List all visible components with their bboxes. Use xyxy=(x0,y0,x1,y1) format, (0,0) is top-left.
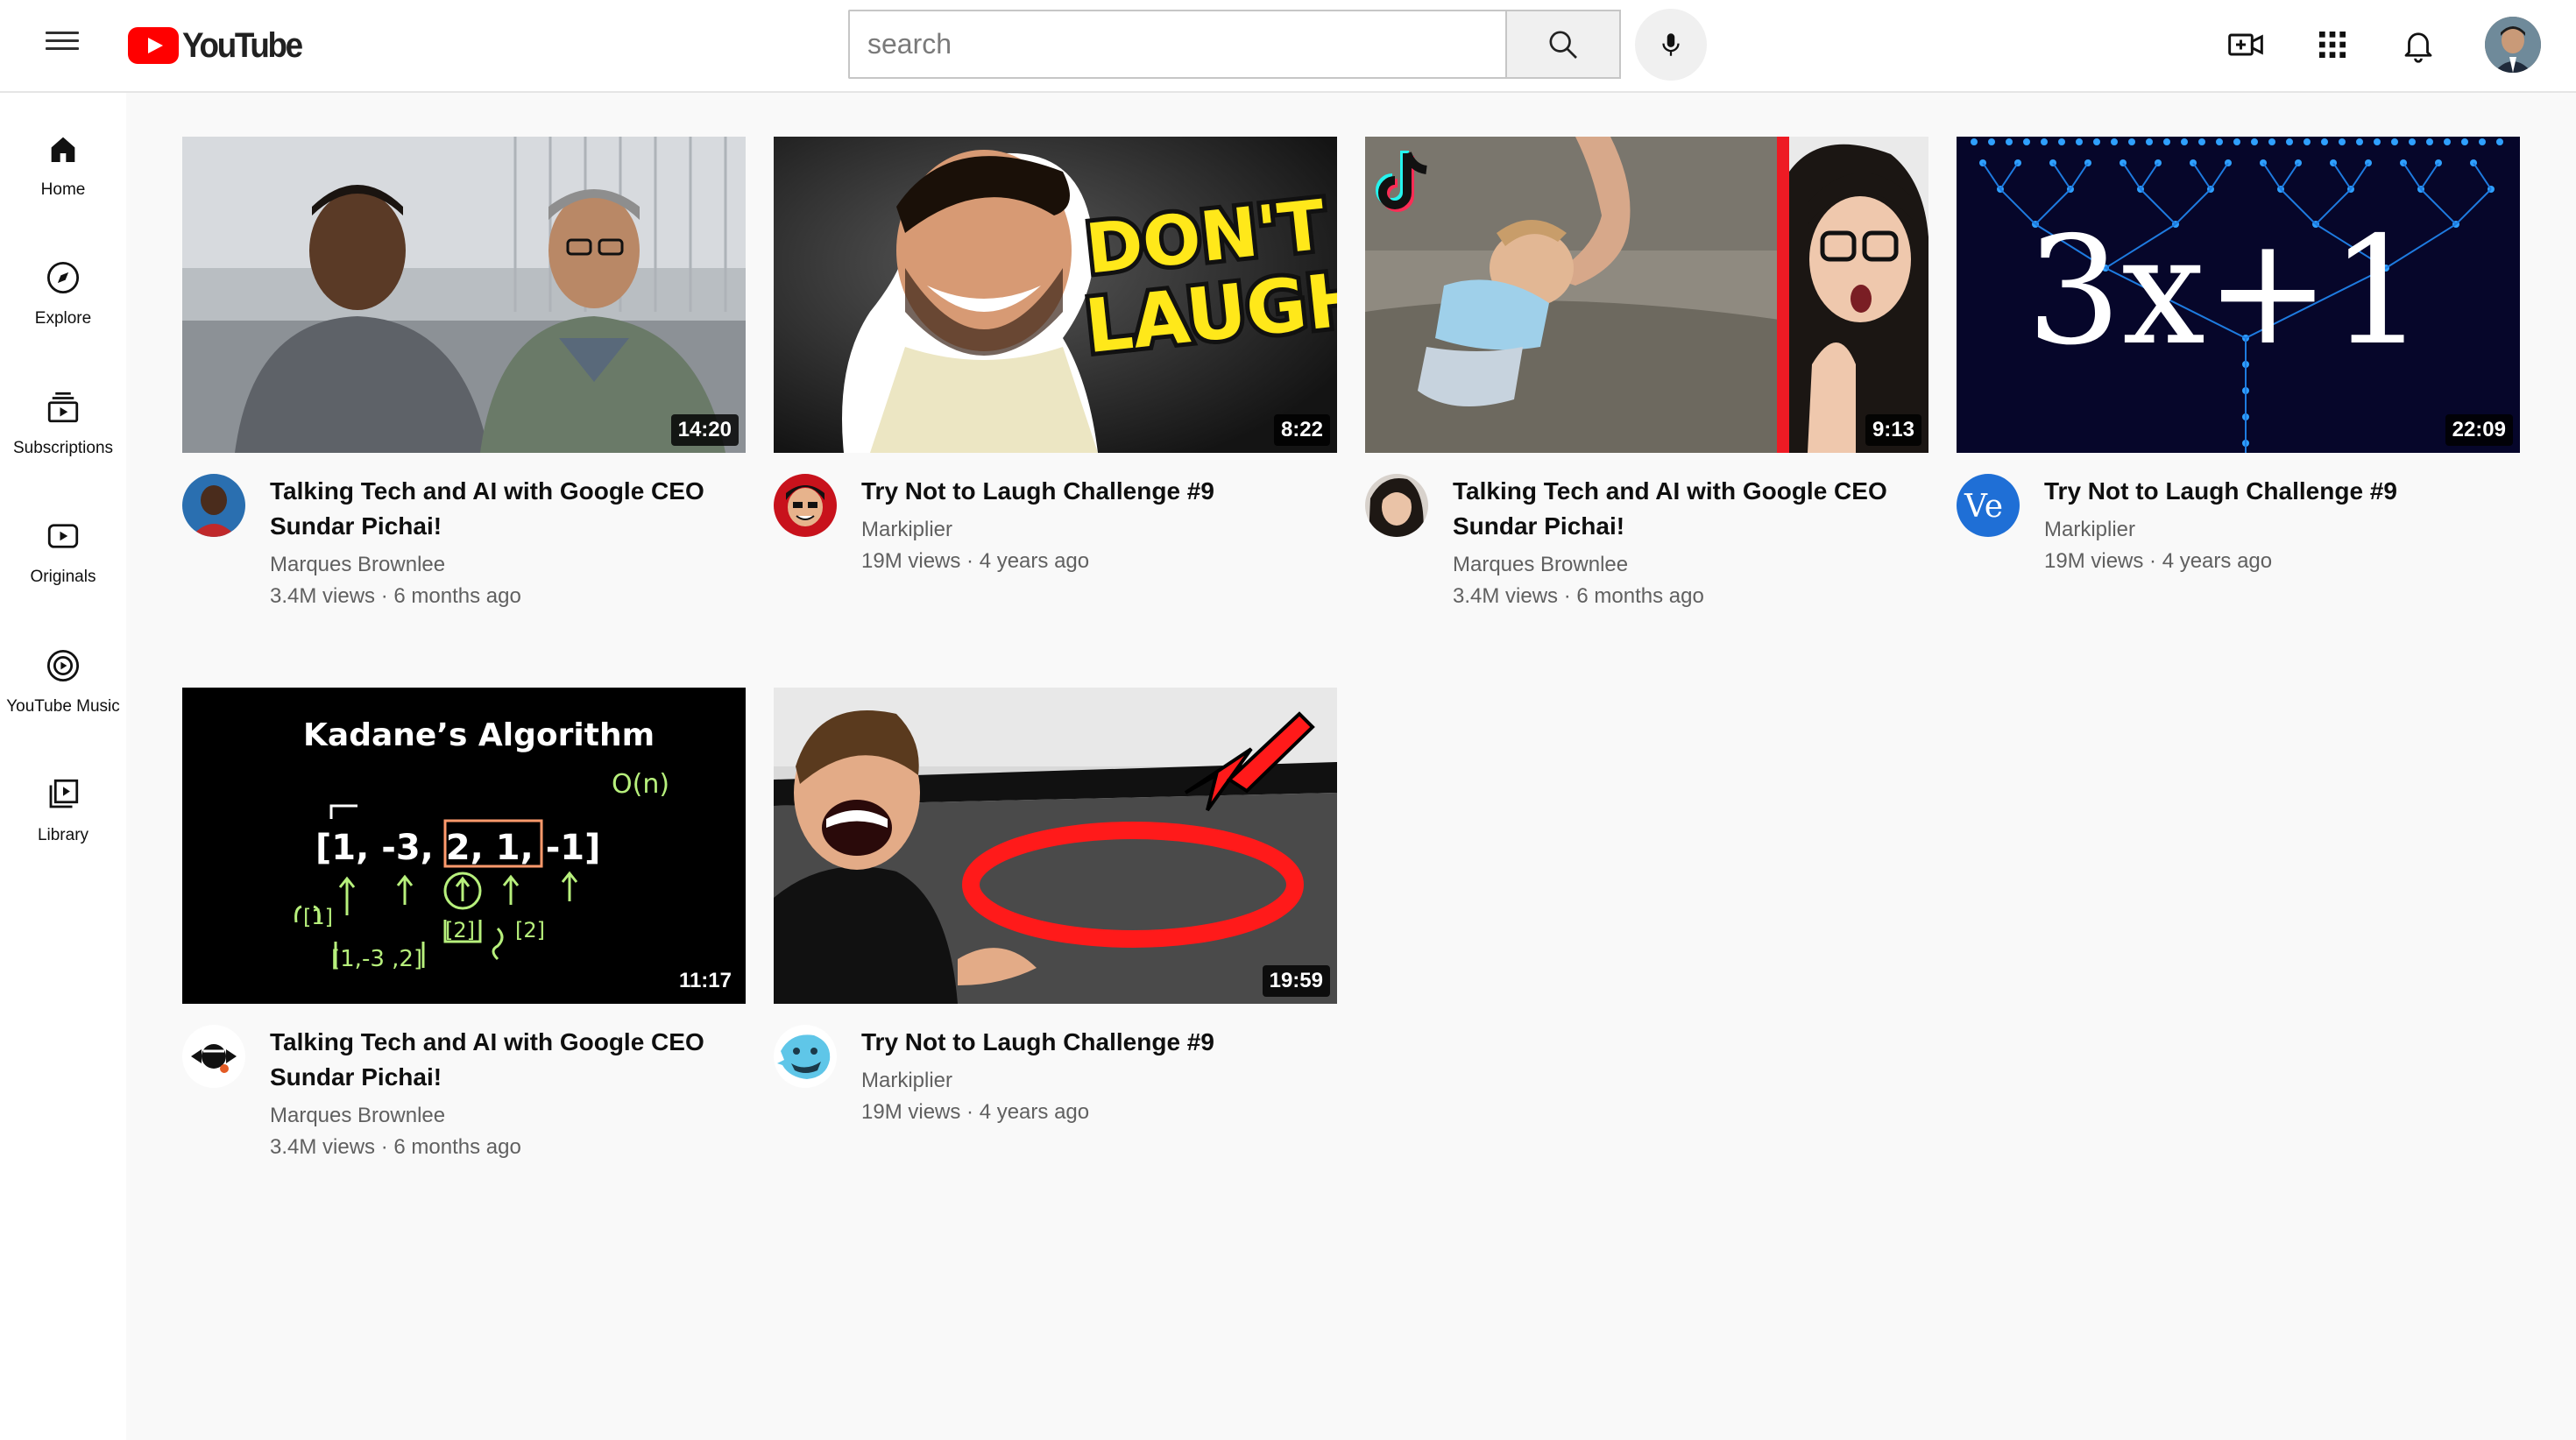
video-title[interactable]: Talking Tech and AI with Google CEO Sund… xyxy=(270,474,725,544)
sidebar-item-library[interactable]: Library xyxy=(0,738,126,852)
svg-text:[2]: [2] xyxy=(515,918,545,942)
video-add-icon xyxy=(2228,33,2263,56)
sidebar-item-subscriptions[interactable]: Subscriptions xyxy=(0,351,126,465)
search-icon xyxy=(1549,31,1577,59)
sidebar-item-label: Originals xyxy=(30,568,96,586)
video-stats: 3.4M views · 6 months ago xyxy=(1453,584,1704,608)
logo-text: YouTube xyxy=(182,25,303,65)
sidebar-item-youtube-music[interactable]: YouTube Music xyxy=(0,610,126,724)
video-thumbnail[interactable]: 9:13 xyxy=(1365,137,1928,453)
sidebar-item-home[interactable]: Home xyxy=(0,93,126,207)
channel-name[interactable]: Marques Brownlee xyxy=(1453,553,1628,577)
video-thumbnail[interactable]: DON'T DON'T LAUGH LAUGH 8:22 xyxy=(774,137,1337,453)
channel-avatar[interactable] xyxy=(774,474,837,537)
svg-text:[1]: [1] xyxy=(303,905,333,929)
video-stats: 19M views · 4 years ago xyxy=(861,1100,1090,1124)
video-title[interactable]: Try Not to Laugh Challenge #9 xyxy=(2044,474,2500,509)
video-thumbnail[interactable]: 19:59 xyxy=(774,688,1337,1004)
youtube-logo[interactable]: YouTube xyxy=(128,26,312,65)
video-duration: 22:09 xyxy=(2445,414,2513,446)
channel-name[interactable]: Marques Brownlee xyxy=(270,553,445,577)
hamburger-menu-icon[interactable] xyxy=(46,26,81,61)
video-duration: 14:20 xyxy=(670,414,739,446)
thumb-text: 3x+1 xyxy=(2027,205,2425,378)
channel-name[interactable]: Markiplier xyxy=(2044,518,2135,542)
avatar-text: Ve xyxy=(1964,489,2003,525)
notifications-button[interactable] xyxy=(2396,23,2440,67)
bell-icon xyxy=(2404,32,2432,63)
sidebar-item-label: Explore xyxy=(34,309,92,328)
user-avatar[interactable] xyxy=(2485,17,2541,73)
sidebar-item-label: Library xyxy=(37,826,89,844)
thumb-text: [1, -3, 2, 1, -1] xyxy=(315,828,600,868)
apps-button[interactable] xyxy=(2311,23,2354,67)
video-stats: 19M views · 4 years ago xyxy=(861,549,1090,573)
channel-name[interactable]: Marques Brownlee xyxy=(270,1104,445,1128)
video-title[interactable]: Try Not to Laugh Challenge #9 xyxy=(861,474,1317,509)
channel-avatar[interactable] xyxy=(182,1025,245,1088)
video-card: 14:20 Talking Tech and AI with Google CE… xyxy=(182,137,746,611)
sidebar-item-explore[interactable]: Explore xyxy=(0,222,126,335)
video-card: 19:59 Try Not to Laugh Challenge #9 Mark… xyxy=(774,688,1337,1161)
video-duration: 8:22 xyxy=(1273,414,1330,446)
video-duration: 9:13 xyxy=(1865,414,1921,446)
video-card: DON'T DON'T LAUGH LAUGH 8:22 Try Not to … xyxy=(774,137,1337,611)
video-title[interactable]: Talking Tech and AI with Google CEO Sund… xyxy=(270,1025,725,1095)
video-stats: 19M views · 4 years ago xyxy=(2044,549,2273,573)
channel-avatar[interactable]: Ve xyxy=(1957,474,2020,537)
video-title[interactable]: Talking Tech and AI with Google CEO Sund… xyxy=(1453,474,1908,544)
search-button[interactable] xyxy=(1505,10,1621,79)
apps-grid-icon xyxy=(2319,32,2346,58)
sidebar-item-label: Home xyxy=(40,180,86,199)
video-thumbnail[interactable]: Kadane’s Algorithm O(n) [1, -3, 2, 1, -1… xyxy=(182,688,746,1004)
home-icon xyxy=(42,128,84,170)
channel-name[interactable]: Markiplier xyxy=(861,1069,952,1093)
video-card: Kadane’s Algorithm O(n) [1, -3, 2, 1, -1… xyxy=(182,688,746,1161)
video-card: 9:13 Talking Tech and AI with Google CEO… xyxy=(1365,137,1928,611)
microphone-icon xyxy=(1662,33,1680,56)
sidebar-item-label: YouTube Music xyxy=(6,697,120,716)
sidebar-item-label: Subscriptions xyxy=(12,439,114,457)
sidebar: Home Explore Subscriptions Originals You… xyxy=(0,93,126,1440)
svg-text:[2]: [2] xyxy=(445,918,475,942)
video-card: 3x+1 22:09 Ve Try Not to Laugh Challenge… xyxy=(1957,137,2520,611)
compass-icon xyxy=(42,257,84,299)
video-duration: 11:17 xyxy=(671,965,739,997)
search-input[interactable] xyxy=(850,11,1507,77)
create-video-button[interactable] xyxy=(2224,23,2268,67)
channel-avatar[interactable] xyxy=(182,474,245,537)
thumb-text: O(n) xyxy=(612,769,669,800)
library-icon xyxy=(42,773,84,815)
video-title[interactable]: Try Not to Laugh Challenge #9 xyxy=(861,1025,1317,1060)
video-thumbnail[interactable]: 14:20 xyxy=(182,137,746,453)
originals-icon xyxy=(42,515,84,557)
search-box xyxy=(848,10,1507,79)
youtube-play-icon xyxy=(128,27,179,64)
channel-name[interactable]: Markiplier xyxy=(861,518,952,542)
video-stats: 3.4M views · 6 months ago xyxy=(270,584,521,608)
video-thumbnail[interactable]: 3x+1 22:09 xyxy=(1957,137,2520,453)
video-duration: 19:59 xyxy=(1262,965,1330,997)
channel-avatar[interactable] xyxy=(1365,474,1428,537)
music-icon xyxy=(42,645,84,687)
subscriptions-icon xyxy=(42,386,84,428)
thumb-text: Kadane’s Algorithm xyxy=(303,717,655,753)
sidebar-item-originals[interactable]: Originals xyxy=(0,480,126,594)
top-bar: YouTube xyxy=(0,0,2576,93)
channel-avatar[interactable] xyxy=(774,1025,837,1088)
video-stats: 3.4M views · 6 months ago xyxy=(270,1135,521,1159)
voice-search-button[interactable] xyxy=(1635,9,1707,81)
svg-text:[1,-3 ,2]: [1,-3 ,2] xyxy=(331,946,422,972)
